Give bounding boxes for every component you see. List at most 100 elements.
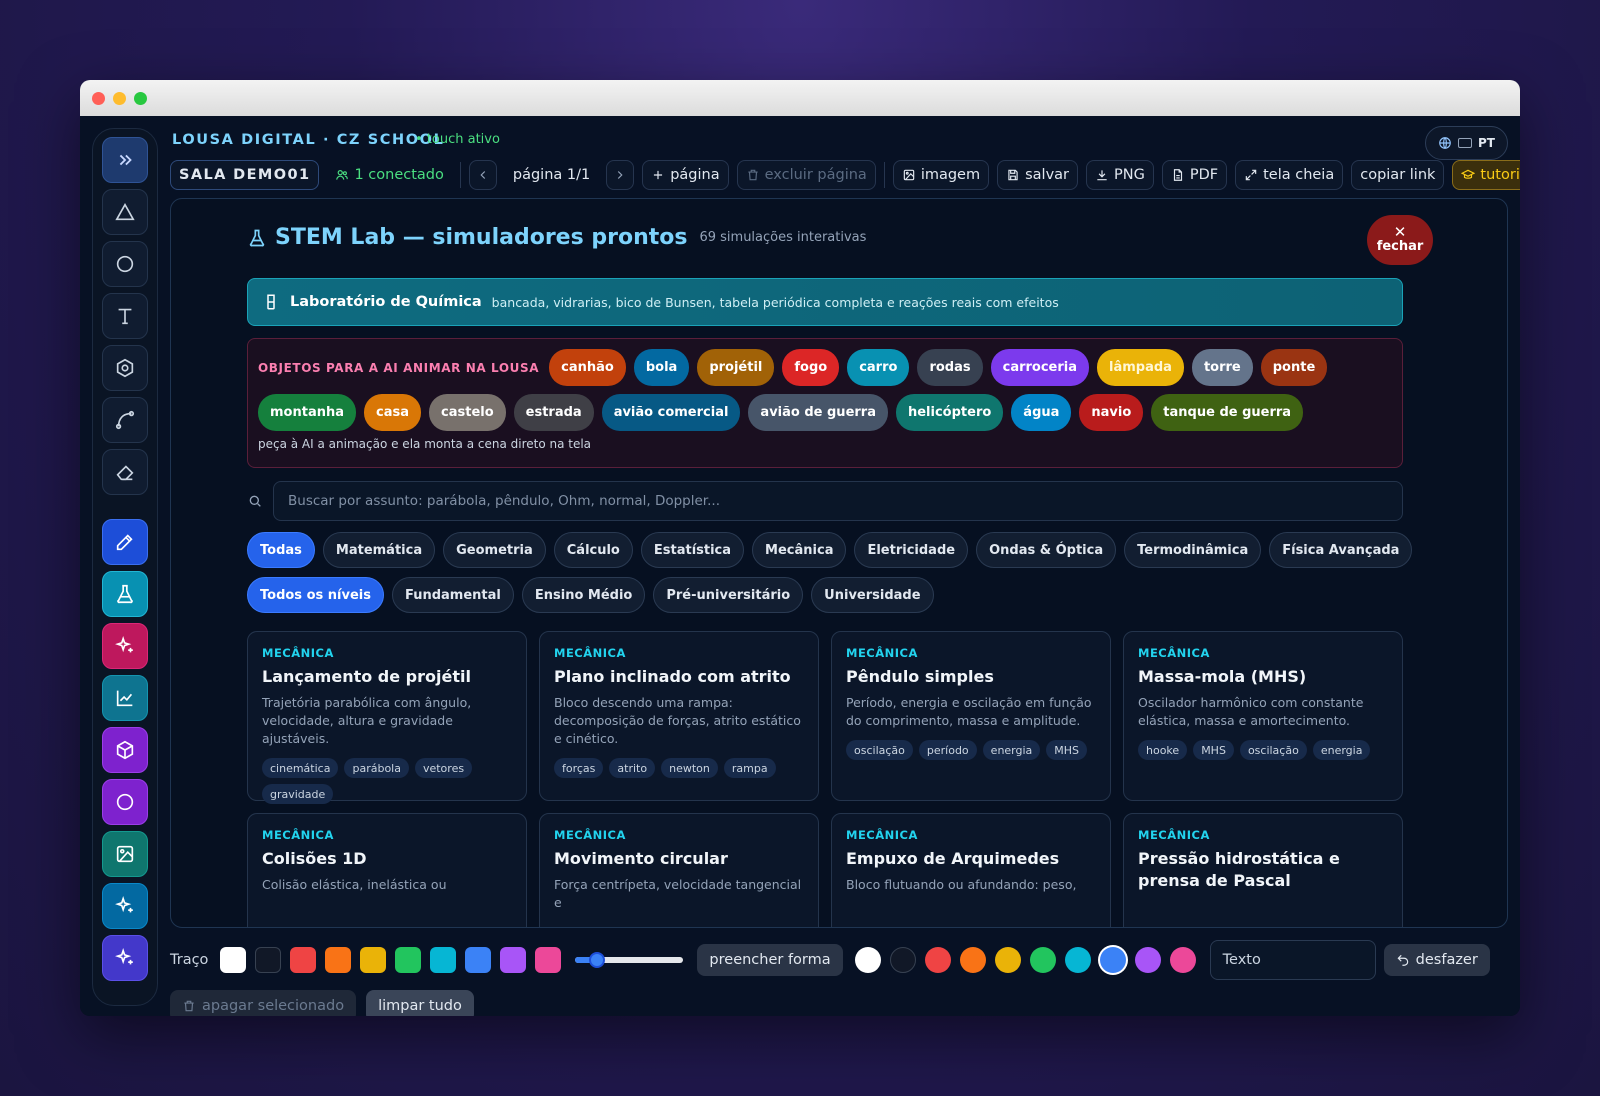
object-chip[interactable]: navio (1079, 394, 1144, 431)
object-chip[interactable]: fogo (782, 349, 840, 386)
simulation-card[interactable]: MECÂNICA Empuxo de Arquimedes Bloco flutua… (831, 813, 1111, 927)
object-chip[interactable]: torre (1191, 349, 1253, 386)
level-filter[interactable]: Universidade (811, 577, 934, 613)
stroke-color-swatch[interactable] (465, 947, 492, 973)
fill-shape-button[interactable]: preencher forma (697, 944, 843, 976)
undo-button[interactable]: desfazer (1383, 944, 1490, 976)
export-png-button[interactable]: PNG (1086, 160, 1154, 190)
subject-filter[interactable]: Matemática (322, 532, 436, 568)
triangle-tool-button[interactable] (102, 189, 148, 235)
stroke-color-swatch[interactable] (290, 947, 317, 973)
subject-filter[interactable]: Cálculo (553, 532, 633, 568)
subject-filter[interactable]: Ondas & Óptica (976, 532, 1117, 568)
subject-filter[interactable]: Todas (247, 532, 315, 568)
hexagon-tool-button[interactable] (102, 345, 148, 391)
fill-color-swatch[interactable] (994, 947, 1021, 973)
stroke-color-swatch[interactable] (500, 947, 527, 973)
delete-selected-button[interactable]: apagar selecionado (170, 990, 357, 1016)
fullscreen-button[interactable]: tela cheia (1235, 160, 1344, 190)
3d-object-button[interactable] (102, 727, 148, 773)
ai-assist-button[interactable] (102, 883, 148, 929)
clear-all-button[interactable]: limpar tudo (366, 990, 474, 1016)
object-chip[interactable]: helicóptero (895, 394, 1004, 431)
subject-filter[interactable]: Eletricidade (854, 532, 969, 568)
object-chip[interactable]: estrada (513, 394, 594, 431)
fill-color-swatch[interactable] (1169, 947, 1196, 973)
prev-page-button[interactable] (468, 160, 497, 190)
object-chip[interactable]: bola (633, 349, 690, 386)
simulation-card[interactable]: MECÂNICA Colisões 1D Colisão elástica, ine… (247, 813, 527, 927)
save-button[interactable]: salvar (997, 160, 1079, 190)
fill-color-swatch[interactable] (854, 947, 881, 973)
level-filter[interactable]: Todos os níveis (247, 577, 384, 613)
object-chip[interactable]: castelo (429, 394, 506, 431)
stroke-color-swatch[interactable] (535, 947, 562, 973)
slider-handle[interactable] (589, 952, 606, 968)
text-tool-button[interactable] (102, 293, 148, 339)
simulation-card[interactable]: MECÂNICA Pêndulo simples Período, energia … (831, 631, 1111, 801)
subject-filter[interactable]: Termodinâmica (1124, 532, 1262, 568)
subject-filter[interactable]: Física Avançada (1269, 532, 1413, 568)
next-page-button[interactable] (606, 160, 635, 190)
copy-link-button[interactable]: copiar link (1351, 160, 1445, 190)
curve-tool-button[interactable] (102, 397, 148, 443)
stroke-color-swatch[interactable] (255, 947, 282, 973)
fill-color-swatch[interactable] (1134, 947, 1161, 973)
chemistry-lab-banner[interactable]: Laboratório de Química bancada, vidraria… (247, 278, 1403, 326)
fill-color-swatch[interactable] (924, 947, 951, 973)
object-chip[interactable]: projétil (697, 349, 775, 386)
add-page-button[interactable]: página (642, 160, 729, 190)
stroke-color-swatch[interactable] (220, 947, 247, 973)
fill-color-swatch[interactable] (1029, 947, 1056, 973)
minimize-window-button[interactable] (113, 91, 126, 105)
fill-color-swatch[interactable] (1099, 947, 1126, 973)
simulation-card[interactable]: MECÂNICA Lançamento de projétil Trajetória… (247, 631, 527, 804)
object-chip[interactable]: canhão (549, 349, 626, 386)
object-chip[interactable]: ponte (1260, 349, 1328, 386)
image-tool-button[interactable] (102, 831, 148, 877)
stroke-color-swatch[interactable] (430, 947, 457, 973)
simulation-card[interactable]: MECÂNICA Movimento circular Força centrípe… (539, 813, 819, 927)
ai-animate-button[interactable] (102, 623, 148, 669)
fill-color-swatch[interactable] (959, 947, 986, 973)
object-chip[interactable]: carroceria (990, 349, 1090, 386)
object-chip[interactable]: montanha (258, 394, 357, 431)
object-chip[interactable]: tanque de guerra (1151, 394, 1304, 431)
subject-filter[interactable]: Mecânica (752, 532, 847, 568)
tutorial-button[interactable]: tutorial (1452, 160, 1520, 190)
simulation-card[interactable]: MECÂNICA Plano inclinado com atrito Bloco … (539, 631, 819, 801)
stroke-color-swatch[interactable] (360, 947, 387, 973)
simulation-card[interactable]: MECÂNICA Pressão hidrostática e prensa de… (1123, 813, 1403, 927)
pen-tool-button[interactable] (102, 519, 148, 565)
object-chip[interactable]: água (1011, 394, 1072, 431)
text-input[interactable]: Texto (1209, 940, 1376, 980)
stroke-color-swatch[interactable] (325, 947, 352, 973)
level-filter[interactable]: Ensino Médio (521, 577, 646, 613)
subject-filter[interactable]: Estatística (640, 532, 745, 568)
close-window-button[interactable] (92, 91, 105, 105)
circle-shape-button[interactable] (102, 779, 148, 825)
object-chip[interactable]: avião comercial (601, 394, 741, 431)
object-chip[interactable]: rodas (917, 349, 983, 386)
object-chip[interactable]: casa (364, 394, 422, 431)
ai-magic-button[interactable] (102, 935, 148, 981)
insert-image-button[interactable]: imagem (892, 160, 990, 190)
fill-color-swatch[interactable] (889, 947, 916, 973)
level-filter[interactable]: Pré-universitário (653, 577, 804, 613)
stem-lab-button[interactable] (102, 571, 148, 617)
close-stem-button[interactable]: ✕ fechar (1367, 215, 1433, 265)
fill-color-swatch[interactable] (1064, 947, 1091, 973)
circle-tool-button[interactable] (102, 241, 148, 287)
expand-sidebar-button[interactable] (102, 137, 148, 183)
stroke-width-slider[interactable] (575, 952, 684, 968)
maximize-window-button[interactable] (134, 91, 147, 105)
export-pdf-button[interactable]: PDF (1161, 160, 1228, 190)
eraser-tool-button[interactable] (102, 449, 148, 495)
search-input[interactable]: Buscar por assunto: parábola, pêndulo, O… (273, 481, 1403, 521)
object-chip[interactable]: lâmpada (1097, 349, 1184, 386)
object-chip[interactable]: carro (847, 349, 910, 386)
delete-page-button[interactable]: excluir página (736, 160, 876, 190)
stroke-color-swatch[interactable] (395, 947, 422, 973)
object-chip[interactable]: avião de guerra (748, 394, 888, 431)
simulation-card[interactable]: MECÂNICA Massa-mola (MHS) Oscilador harmôn… (1123, 631, 1403, 801)
